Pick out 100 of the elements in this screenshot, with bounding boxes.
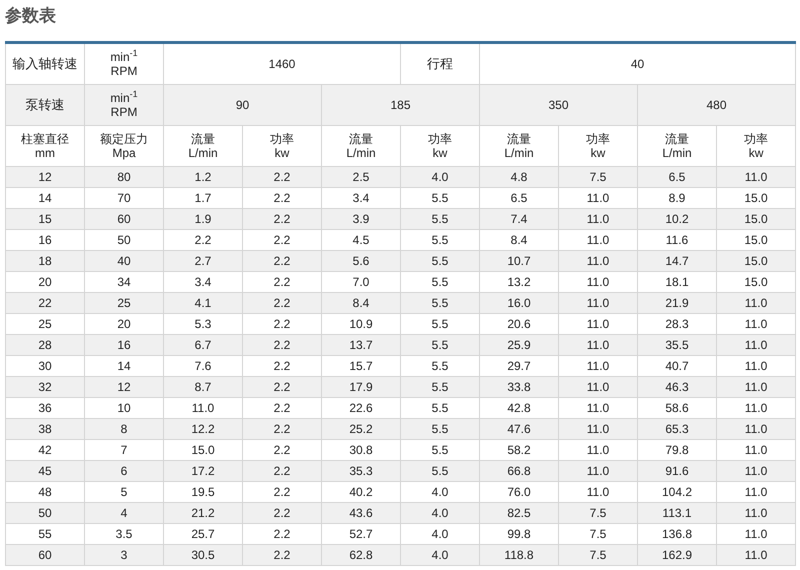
- table-cell: 11.0: [558, 250, 638, 272]
- table-cell: 2.2: [242, 376, 322, 398]
- table-cell: 3.9: [322, 208, 400, 230]
- table-cell: 11.0: [716, 166, 796, 188]
- table-cell: 11.0: [716, 292, 796, 314]
- table-cell: 10.7: [480, 250, 558, 272]
- table-cell: 4.1: [164, 292, 242, 314]
- table-cell: 65.3: [638, 418, 716, 440]
- table-cell: 40: [84, 250, 164, 272]
- table-cell: 25.9: [480, 334, 558, 356]
- table-cell: 2.2: [242, 544, 322, 566]
- table-cell: 4.0: [400, 544, 480, 566]
- table-cell: 5.5: [400, 292, 480, 314]
- table-cell: 60: [84, 208, 164, 230]
- table-cell: 60: [6, 544, 84, 566]
- table-cell: 2.2: [242, 502, 322, 524]
- table-cell: 2.2: [242, 418, 322, 440]
- unit-cell: min$^{-1}$ RPM: [84, 84, 164, 126]
- table-cell: 2.2: [242, 292, 322, 314]
- table-cell: 16: [84, 334, 164, 356]
- row-label: 泵转速: [6, 84, 84, 126]
- table-cell: 3: [84, 544, 164, 566]
- table-cell: 1.2: [164, 166, 242, 188]
- table-cell: 62.8: [322, 544, 400, 566]
- table-cell: 118.8: [480, 544, 558, 566]
- table-cell: 4.0: [400, 502, 480, 524]
- table-cell: 11.0: [716, 502, 796, 524]
- table-cell: 17.9: [322, 376, 400, 398]
- table-cell: 185: [322, 84, 480, 126]
- table-cell: 5.5: [400, 460, 480, 482]
- table-cell: 4.8: [480, 166, 558, 188]
- table-cell: 5.5: [400, 334, 480, 356]
- table-cell: 5.6: [322, 250, 400, 272]
- table-cell: 8.7: [164, 376, 242, 398]
- table-cell: 4: [84, 502, 164, 524]
- page-title: 参数表: [4, 5, 57, 27]
- table-cell: 13.7: [322, 334, 400, 356]
- table-cell: 18: [6, 250, 84, 272]
- table-cell: 25.2: [322, 418, 400, 440]
- table-cell: 14.7: [638, 250, 716, 272]
- table-cell: 5.5: [400, 376, 480, 398]
- table-cell: 90: [164, 84, 322, 126]
- table-cell: 28: [6, 334, 84, 356]
- table-cell: 47.6: [480, 418, 558, 440]
- table-cell: 11.0: [716, 334, 796, 356]
- table-cell: 5.5: [400, 418, 480, 440]
- table-cell: 11.0: [558, 334, 638, 356]
- table-cell: 6.5: [638, 166, 716, 188]
- table-cell: 15.0: [716, 208, 796, 230]
- table-cell: 11.0: [558, 460, 638, 482]
- table-cell: 7.5: [558, 502, 638, 524]
- table-cell: 5.5: [400, 250, 480, 272]
- table-cell: 11.0: [558, 208, 638, 230]
- table-cell: 11.0: [558, 376, 638, 398]
- table-cell: 25: [84, 292, 164, 314]
- table-cell: 11.0: [716, 418, 796, 440]
- table-cell: 43.6: [322, 502, 400, 524]
- table-cell: 11.0: [716, 460, 796, 482]
- table-cell: 11.0: [716, 376, 796, 398]
- table-cell: 15.0: [716, 250, 796, 272]
- table-cell: 82.5: [480, 502, 558, 524]
- table-cell: 21.2: [164, 502, 242, 524]
- table-cell: 480: [638, 84, 796, 126]
- table-cell: 2.2: [242, 460, 322, 482]
- table-cell: 12: [84, 376, 164, 398]
- table-cell: 35.5: [638, 334, 716, 356]
- table-cell: 38: [6, 418, 84, 440]
- table-cell: 113.1: [638, 502, 716, 524]
- table-cell: 22: [6, 292, 84, 314]
- table-cell: 7.4: [480, 208, 558, 230]
- table-cell: 162.9: [638, 544, 716, 566]
- table-cell: 30.5: [164, 544, 242, 566]
- table-cell: 21.9: [638, 292, 716, 314]
- table-cell: 7.5: [558, 544, 638, 566]
- table-cell: 32: [6, 376, 84, 398]
- table-cell: 2.2: [242, 166, 322, 188]
- table-cell: 17.2: [164, 460, 242, 482]
- table-cell: 45: [6, 460, 84, 482]
- table-cell: 7.5: [558, 166, 638, 188]
- table-cell: 2.2: [242, 208, 322, 230]
- table-cell: 8: [84, 418, 164, 440]
- table-cell: 50: [6, 502, 84, 524]
- table-cell: 10.2: [638, 208, 716, 230]
- table-cell: 1.9: [164, 208, 242, 230]
- table-cell: 11.0: [558, 292, 638, 314]
- table-cell: 6.7: [164, 334, 242, 356]
- table-cell: 2.7: [164, 250, 242, 272]
- table-cell: 15: [6, 208, 84, 230]
- table-cell: 2.5: [322, 166, 400, 188]
- table-cell: 12: [6, 166, 84, 188]
- table-cell: 11.0: [716, 544, 796, 566]
- table-cell: 2.2: [242, 334, 322, 356]
- table-cell: 2.2: [242, 250, 322, 272]
- table-cell: 80: [84, 166, 164, 188]
- table-cell: 91.6: [638, 460, 716, 482]
- table-cell: 8.4: [322, 292, 400, 314]
- table-cell: 12.2: [164, 418, 242, 440]
- table-cell: 66.8: [480, 460, 558, 482]
- table-cell: 33.8: [480, 376, 558, 398]
- table-cell: 350: [480, 84, 638, 126]
